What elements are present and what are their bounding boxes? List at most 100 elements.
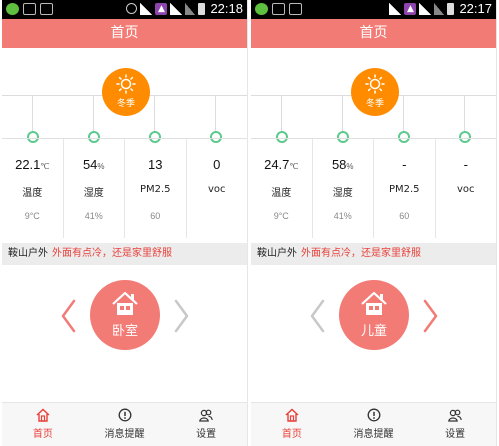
reading-value: 54% [64,157,125,172]
phone-screen-1: ▲ 22:18 首页 冬季 22.1℃ 温度 9°C 54% 湿度 41% 13… [2,0,248,446]
connector [154,96,155,133]
nav-settings[interactable]: 设置 [414,403,496,446]
next-room-arrow[interactable] [170,298,192,334]
reading-pm25: - PM2.5 60 [374,139,436,238]
reading-number: 58 [331,157,347,172]
room-button[interactable]: 儿童 [339,280,409,350]
reading-temperature: 22.1℃ 温度 9°C [2,139,64,238]
connector [32,96,33,133]
reading-pm25: 13 PM2.5 60 [125,139,187,238]
reading-outdoor: 41% [333,211,352,221]
reading-number: - [402,157,407,172]
sync-icon [126,3,138,14]
reading-value: 24.7℃ [251,157,312,172]
reading-value: 58% [313,157,374,172]
reading-value: 0 [187,157,248,172]
nav-label: 首页 [32,429,53,440]
connector [281,96,282,133]
wifi-icon [389,2,402,15]
connector [403,96,404,133]
reading-number: - [463,157,468,172]
room-button[interactable]: 卧室 [90,280,160,350]
reading-voc: - voc [436,139,497,238]
reading-temperature: 24.7℃ 温度 9°C [251,139,313,238]
connector [342,96,343,133]
reading-label: 温度 [22,188,43,199]
sun-icon [365,74,385,94]
tip-location: 鞍山户外 [8,248,48,259]
battery-icon [198,2,206,15]
reading-number: 0 [213,157,221,172]
reading-label: PM2.5 [388,184,420,195]
mail-icon [272,3,285,15]
bottom-nav: 首页 消息提醒 设置 [251,402,496,446]
image-icon [40,3,53,15]
nav-settings[interactable]: 设置 [165,403,247,446]
reading-label: 湿度 [83,188,104,199]
tip-message: 外面有点冷，还是家里舒服 [52,248,172,259]
reading-unit: ℃ [40,162,50,171]
reading-label: voc [456,184,475,195]
status-time: 22:17 [459,1,492,16]
status-bar: ▲ 22:17 [251,0,496,19]
home-icon [285,408,299,422]
nav-alerts[interactable]: 消息提醒 [333,403,415,446]
signal2-icon [434,2,445,15]
reading-label: voc [207,184,226,195]
season-label: 冬季 [365,99,384,109]
reading-humidity: 58% 湿度 41% [313,139,374,238]
nav-label: 设置 [196,429,217,440]
nav-alerts[interactable]: 消息提醒 [84,403,166,446]
sun-icon [116,74,136,94]
reading-label: PM2.5 [139,184,171,195]
phone-screen-2: ▲ 22:17 首页 冬季 24.7℃ 温度 9°C 58% 湿度 41% - … [251,0,497,446]
house-icon [361,291,387,315]
nav-home[interactable]: 首页 [251,403,333,446]
nav-label: 消息提醒 [353,429,394,440]
signal-icon [170,2,183,15]
reading-unit: ℃ [289,162,299,171]
outdoor-tip: 鞍山户外 外面有点冷，还是家里舒服 [251,243,496,265]
reading-value: 13 [125,157,186,172]
reading-unit: % [346,162,354,171]
bottom-nav: 首页 消息提醒 设置 [2,402,247,446]
next-room-arrow[interactable] [419,298,441,334]
tip-message: 外面有点冷，还是家里舒服 [301,248,421,259]
reading-outdoor: 41% [84,211,103,221]
reading-outdoor: 9°C [24,211,40,221]
room-name: 儿童 [360,324,387,339]
signal-icon [419,2,432,15]
reading-label: 温度 [271,188,292,199]
reading-outdoor: 60 [150,211,161,221]
reading-voc: 0 voc [187,139,248,238]
reading-outdoor: 9°C [273,211,289,221]
image-icon [289,3,302,15]
readings-panel: 22.1℃ 温度 9°C 54% 湿度 41% 13 PM2.5 60 0 vo… [2,138,247,238]
season-label: 冬季 [116,99,135,109]
home-icon [36,408,50,422]
prev-room-arrow[interactable] [58,298,80,334]
reading-value: 22.1℃ [2,157,63,172]
reading-outdoor: 60 [399,211,410,221]
connector [93,96,94,133]
status-time: 22:18 [210,1,243,16]
nav-label: 设置 [445,429,466,440]
reading-humidity: 54% 湿度 41% [64,139,125,238]
users-icon [199,409,213,422]
room-name: 卧室 [111,324,138,339]
signal2-icon [185,2,196,15]
alert-icon [118,408,131,422]
status-bar: ▲ 22:18 [2,0,247,19]
connector [464,96,465,133]
nav-home[interactable]: 首页 [2,403,84,446]
page-title: 首页 [2,19,247,48]
house-icon [112,291,138,315]
battery-icon [447,2,455,15]
reading-value: - [374,157,435,172]
reading-number: 24.7 [264,157,290,172]
prev-room-arrow[interactable] [307,298,329,334]
nav-label: 首页 [281,429,302,440]
page-title: 首页 [251,19,496,48]
reading-unit: % [97,162,105,171]
connector [215,96,216,133]
